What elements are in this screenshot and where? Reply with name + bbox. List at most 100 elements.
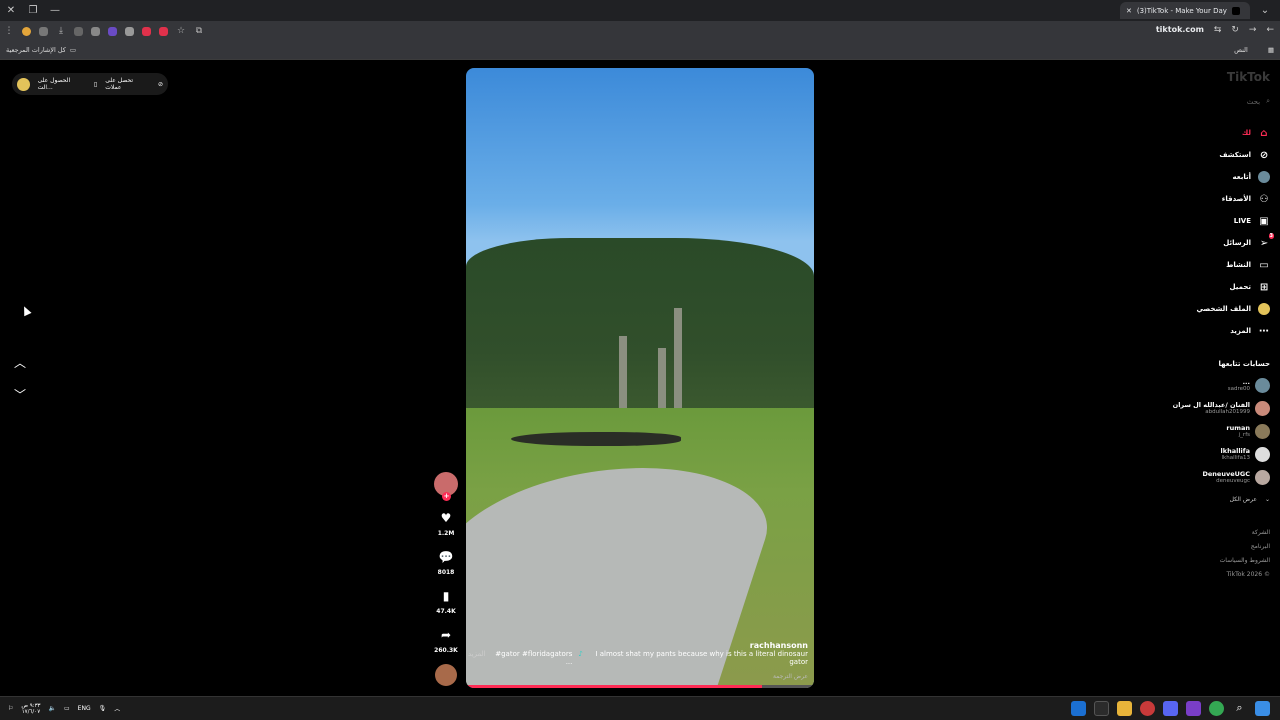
share-arrow-icon[interactable]: ➦ <box>436 625 456 645</box>
avatar <box>1255 401 1270 416</box>
all-bookmarks-label[interactable]: كل الإشارات المرجعية <box>6 46 66 54</box>
app-icon[interactable] <box>1140 701 1155 716</box>
search-icon[interactable]: ⌕ <box>1266 97 1270 106</box>
previous-video-icon[interactable]: ︿ <box>13 354 27 370</box>
back-icon[interactable]: ← <box>1266 25 1274 35</box>
show-all-label: عرض الكل <box>1229 495 1257 503</box>
sidebar-footer: الشركة البرنامج الشروط والسياسات © 2026 … <box>1220 526 1270 582</box>
sidebar-item-more[interactable]: ⋯ المزيد <box>1140 320 1270 342</box>
tab-close-icon[interactable]: ✕ <box>1126 7 1132 15</box>
translate-link[interactable]: عرض الترجمة <box>773 673 808 680</box>
extension-icon[interactable] <box>39 26 48 36</box>
sidebar-item-friends[interactable]: ⚇ الأصدقاء <box>1140 188 1270 210</box>
video-username[interactable]: rachhansonn <box>750 641 808 650</box>
friends-icon: ⚇ <box>1259 193 1269 205</box>
network-icon[interactable]: ▭ <box>64 705 70 712</box>
more-caption-link[interactable]: المزيد <box>468 650 486 666</box>
music-disc-icon[interactable] <box>435 664 457 686</box>
extension-icon[interactable] <box>159 26 168 36</box>
next-video-icon[interactable]: ﹀ <box>13 386 27 402</box>
address-bar-url[interactable]: tiktok.com <box>1156 25 1204 34</box>
language-indicator[interactable]: ENG <box>78 705 91 712</box>
terminal-icon[interactable] <box>1094 701 1109 716</box>
tab-search-icon[interactable]: ⌄ <box>1254 0 1276 21</box>
share-icon[interactable]: ⧉ <box>190 21 208 41</box>
promo-get-app[interactable]: الحصول على الت... <box>38 77 86 91</box>
list-item[interactable]: DeneuveUGC deneuveugc <box>1140 466 1270 489</box>
promo-get-coins[interactable]: تحصل على عملات <box>105 77 150 91</box>
minimize-window-icon[interactable]: — <box>44 0 66 21</box>
list-item[interactable]: lkhallifa lkhallifa13 <box>1140 443 1270 466</box>
sidebar: TikTok ⌕ بحث ⌂ لك ⊘ استكشف أتابعه ⚇ الأص… <box>1140 68 1274 668</box>
list-item[interactable]: ... sadre00 <box>1140 374 1270 397</box>
browser-tab[interactable]: ✕ (3)TikTok - Make Your Day <box>1120 2 1250 19</box>
notification-icon[interactable]: ⚐ <box>8 705 13 712</box>
chrome-icon[interactable] <box>1209 701 1224 716</box>
taskbar: ⚐ ٩:٣٣ ص ١٧/٦/٠٧ 🔈 ▭ ENG 🎙 ︿ ⌕ <box>0 696 1280 720</box>
extension-icon[interactable] <box>91 26 100 36</box>
menu-kebab-icon[interactable]: ⋮ <box>0 21 18 41</box>
steam-icon[interactable] <box>1071 701 1086 716</box>
volume-icon[interactable]: 🔈 <box>49 705 56 712</box>
sidebar-item-label: أتابعه <box>1232 173 1251 181</box>
extension-icon[interactable] <box>125 26 134 36</box>
video-actions: + ♥ 1.2M 💬 8018 ▮ 47.4K ➦ 260.3K <box>432 472 460 686</box>
sidebar-item-label: LIVE <box>1233 217 1251 225</box>
bookmark-icon[interactable]: ▮ <box>436 586 456 606</box>
comment-icon[interactable]: 💬 <box>436 547 456 567</box>
sidebar-item-explore[interactable]: ⊘ استكشف <box>1140 144 1270 166</box>
creator-avatar[interactable]: + <box>434 472 458 501</box>
sidebar-item-upload[interactable]: ⊞ تحميل <box>1140 276 1270 298</box>
search-input[interactable]: ⌕ بحث <box>1160 97 1270 106</box>
list-item[interactable]: ruman j_rfs <box>1140 420 1270 443</box>
microphone-icon[interactable]: 🎙 <box>99 705 107 712</box>
following-icon <box>1258 171 1270 183</box>
clock[interactable]: ٩:٣٣ ص ١٧/٦/٠٧ <box>21 703 40 715</box>
show-all-button[interactable]: ⌄ عرض الكل <box>1140 489 1270 509</box>
visual-studio-icon[interactable] <box>1186 701 1201 716</box>
list-item[interactable]: الفنان /عبدالله ال سران abdullah201999 <box>1140 397 1270 420</box>
bookmark-star-icon[interactable]: ☆ <box>172 21 190 41</box>
video-player[interactable]: rachhansonn المزيد #gator #floridagators… <box>466 68 814 688</box>
sidebar-item-following[interactable]: أتابعه <box>1140 166 1270 188</box>
sidebar-item-for-you[interactable]: ⌂ لك <box>1140 122 1270 144</box>
forward-icon[interactable]: → <box>1249 25 1257 35</box>
site-settings-icon[interactable]: ⇆ <box>1214 25 1222 35</box>
sidebar-item-activity[interactable]: ▭ النشاط <box>1140 254 1270 276</box>
tiktok-logo[interactable]: TikTok <box>1227 70 1270 84</box>
apps-grid-icon[interactable]: ▦ <box>1268 46 1274 54</box>
extension-icon[interactable] <box>74 26 83 36</box>
messages-icon: ➢ 3 <box>1259 233 1274 249</box>
sidebar-item-label: النشاط <box>1226 261 1251 269</box>
footer-link-company[interactable]: الشركة <box>1220 526 1270 540</box>
home-icon: ⌂ <box>1260 127 1268 139</box>
like-heart-icon[interactable]: ♥ <box>436 508 456 528</box>
follow-plus-icon[interactable]: + <box>442 492 451 501</box>
download-icon[interactable]: ⤓ <box>52 21 70 41</box>
close-window-icon[interactable]: ✕ <box>0 0 22 21</box>
sidebar-item-profile[interactable]: الملف الشخصي <box>1140 298 1270 320</box>
bookmark-item[interactable]: النص <box>1234 46 1248 54</box>
browser-tab-bar: ✕ ❐ — + ✕ (3)TikTok - Make Your Day ⌄ <box>0 0 1280 21</box>
video-hashtags[interactable]: #gator #floridagators ... <box>492 650 572 666</box>
clock-date: ١٧/٦/٠٧ <box>21 708 41 715</box>
extension-icon[interactable] <box>142 26 151 36</box>
sidebar-item-label: الرسائل <box>1223 239 1251 247</box>
video-progress-fill <box>466 685 762 688</box>
start-menu-icon[interactable] <box>1255 701 1270 716</box>
promo-bar[interactable]: الحصول على الت... ▯ تحصل على عملات ⊘ <box>12 73 168 95</box>
file-explorer-icon[interactable] <box>1117 701 1132 716</box>
reload-icon[interactable]: ↻ <box>1231 25 1239 35</box>
sidebar-item-messages[interactable]: ➢ 3 الرسائل <box>1140 232 1274 254</box>
compass-icon: ⊘ <box>1259 149 1269 161</box>
discord-icon[interactable] <box>1163 701 1178 716</box>
footer-link-program[interactable]: البرنامج <box>1220 540 1270 554</box>
profile-avatar-icon[interactable] <box>22 26 31 36</box>
footer-link-terms[interactable]: الشروط والسياسات <box>1220 554 1270 568</box>
sidebar-item-live[interactable]: ▣ LIVE <box>1140 210 1270 232</box>
show-hidden-icons-icon[interactable]: ︿ <box>114 704 120 713</box>
video-progress-bar[interactable] <box>466 685 814 688</box>
search-icon[interactable]: ⌕ <box>1232 701 1247 716</box>
restore-window-icon[interactable]: ❐ <box>22 0 44 21</box>
extension-icon[interactable] <box>108 26 117 36</box>
